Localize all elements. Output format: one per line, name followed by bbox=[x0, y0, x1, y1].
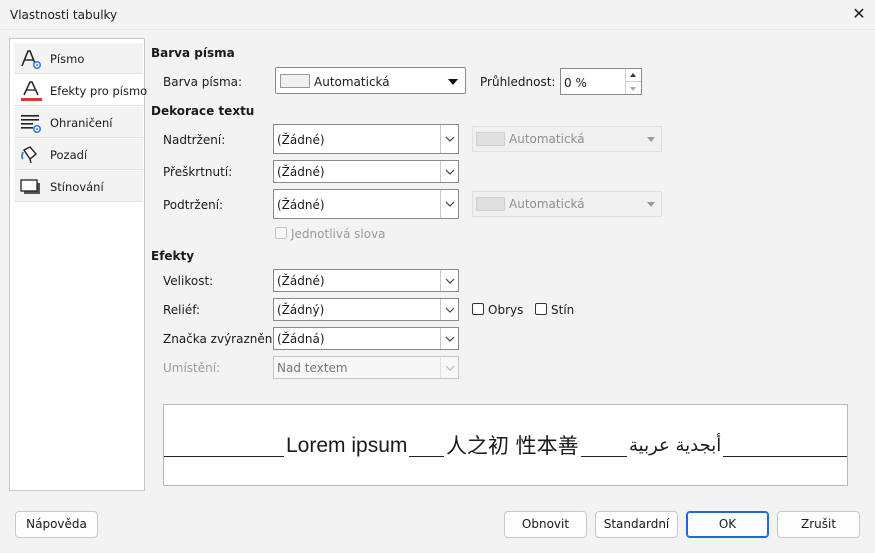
nav-item-font[interactable]: Písmo bbox=[14, 43, 143, 74]
chevron-down-icon bbox=[440, 190, 458, 218]
dropdown-arrow-icon bbox=[647, 202, 655, 207]
help-button[interactable]: Nápověda bbox=[15, 511, 98, 538]
spin-up-icon[interactable] bbox=[626, 69, 641, 82]
spin-buttons bbox=[625, 69, 641, 94]
underline-value: (Žádné) bbox=[277, 198, 325, 212]
close-icon[interactable]: ✕ bbox=[849, 4, 869, 24]
section-font-color: Barva písma bbox=[151, 46, 235, 60]
outline-label: Obrys bbox=[488, 303, 524, 317]
case-label: Velikost: bbox=[163, 274, 214, 288]
standard-button[interactable]: Standardní bbox=[595, 511, 678, 538]
text-preview: Lorem ipsum 人之初 性本善 أبجدية عربية bbox=[163, 404, 848, 486]
strikethrough-value: (Žádné) bbox=[277, 165, 325, 179]
section-effects: Efekty bbox=[151, 249, 195, 263]
color-swatch bbox=[476, 197, 505, 211]
cancel-button[interactable]: Zrušit bbox=[777, 511, 860, 538]
words-only-label: Jednotlivá slova bbox=[291, 227, 386, 241]
title-divider bbox=[0, 29, 875, 30]
dropdown-arrow-icon bbox=[448, 79, 458, 85]
underline-color-value: Automatická bbox=[509, 197, 585, 211]
nav-item-background[interactable]: Pozadí bbox=[14, 139, 143, 170]
section-text-decoration: Dekorace textu bbox=[151, 104, 255, 118]
font-color-icon bbox=[21, 81, 42, 101]
overline-color-value: Automatická bbox=[509, 132, 585, 146]
relief-label: Reliéf: bbox=[163, 303, 201, 317]
window-title: Vlastnosti tabulky bbox=[10, 8, 118, 22]
shadow-icon bbox=[20, 179, 40, 194]
overline-select[interactable]: (Žádné) bbox=[273, 124, 459, 154]
outline-checkbox[interactable] bbox=[472, 303, 484, 315]
reset-button[interactable]: Obnovit bbox=[504, 511, 587, 538]
position-label: Umístění: bbox=[163, 361, 221, 375]
underline-select[interactable]: (Žádné) bbox=[273, 189, 459, 219]
position-select: Nad textem bbox=[273, 356, 459, 379]
emphasis-value: (Žádná) bbox=[277, 332, 325, 346]
strikethrough-select[interactable]: (Žádné) bbox=[273, 160, 459, 183]
color-swatch bbox=[280, 74, 310, 88]
overline-label: Nadtržení: bbox=[163, 133, 226, 147]
nav-item-borders[interactable]: Ohraničení bbox=[14, 107, 143, 138]
position-value: Nad textem bbox=[277, 361, 348, 375]
nav-item-label: Písmo bbox=[50, 52, 85, 66]
emphasis-label: Značka zvýraznění: bbox=[163, 332, 280, 346]
preview-latin-text: Lorem ipsum bbox=[284, 433, 410, 459]
chevron-down-icon bbox=[440, 125, 458, 153]
words-only-checkbox bbox=[275, 227, 287, 239]
background-fill-icon bbox=[21, 146, 37, 164]
preview-cjk-text: 人之初 性本善 bbox=[444, 433, 581, 459]
font-settings-icon bbox=[21, 50, 42, 70]
chevron-down-icon bbox=[440, 328, 458, 349]
underline-color-dropdown: Automatická bbox=[472, 191, 662, 217]
dropdown-arrow-icon bbox=[647, 137, 655, 142]
chevron-down-icon bbox=[440, 270, 458, 291]
relief-select[interactable]: (Žádný) bbox=[273, 298, 459, 321]
chevron-down-icon bbox=[440, 299, 458, 320]
preview-ctl-text: أبجدية عربية bbox=[627, 433, 724, 459]
ok-button[interactable]: OK bbox=[686, 511, 769, 538]
case-value: (Žádné) bbox=[277, 274, 325, 288]
category-list: Písmo Efekty pro písmo Ohraničení Pozadí bbox=[9, 38, 147, 491]
chevron-down-icon bbox=[440, 161, 458, 182]
overline-value: (Žádné) bbox=[277, 133, 325, 147]
nav-item-label: Efekty pro písmo bbox=[50, 84, 148, 98]
shadow-label: Stín bbox=[551, 303, 575, 317]
title-bar bbox=[0, 0, 875, 30]
nav-item-shadow[interactable]: Stínování bbox=[14, 171, 143, 202]
shadow-checkbox[interactable] bbox=[535, 303, 547, 315]
spin-down-icon[interactable] bbox=[626, 82, 641, 95]
borders-icon bbox=[21, 115, 42, 134]
nav-item-label: Pozadí bbox=[50, 148, 88, 162]
overline-color-dropdown: Automatická bbox=[472, 126, 662, 152]
strikethrough-label: Přeškrtnutí: bbox=[163, 165, 233, 179]
font-color-value: Automatická bbox=[314, 75, 390, 89]
font-color-label: Barva písma: bbox=[163, 75, 243, 89]
nav-item-label: Ohraničení bbox=[50, 116, 113, 130]
color-swatch bbox=[476, 132, 505, 146]
nav-item-font-effects[interactable]: Efekty pro písmo bbox=[14, 75, 147, 106]
font-color-dropdown[interactable]: Automatická bbox=[275, 67, 466, 94]
case-select[interactable]: (Žádné) bbox=[273, 269, 459, 292]
transparency-spinbox[interactable]: 0 % bbox=[560, 68, 642, 95]
relief-value: (Žádný) bbox=[277, 303, 325, 317]
chevron-down-icon bbox=[440, 357, 458, 378]
emphasis-select[interactable]: (Žádná) bbox=[273, 327, 459, 350]
underline-label: Podtržení: bbox=[163, 198, 224, 212]
transparency-label: Průhlednost: bbox=[480, 75, 556, 89]
nav-item-label: Stínování bbox=[50, 180, 104, 194]
transparency-value: 0 % bbox=[564, 76, 587, 90]
